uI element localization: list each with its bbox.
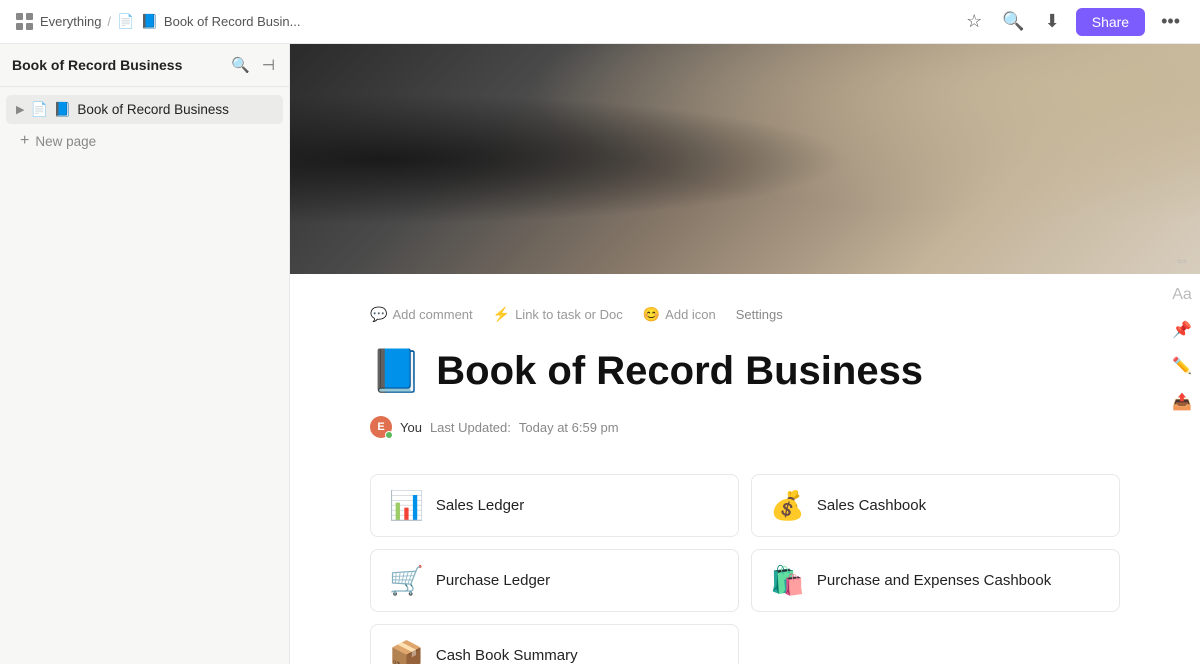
online-indicator bbox=[385, 431, 393, 439]
sidebar-title: Book of Record Business bbox=[12, 57, 182, 73]
add-comment-label: Add comment bbox=[392, 307, 472, 322]
add-icon-label: Add icon bbox=[665, 307, 716, 322]
sales-ledger-label: Sales Ledger bbox=[436, 497, 524, 514]
breadcrumb: Everything / 📄 📘 Book of Record Busin... bbox=[16, 13, 301, 31]
link-to-task-label: Link to task or Doc bbox=[515, 307, 623, 322]
main-content: 💬 Add comment ⚡ Link to task or Doc 😊 Ad… bbox=[290, 44, 1200, 664]
layout: Book of Record Business 🔍 ⊣ ▶ 📄 📘 Book o… bbox=[0, 44, 1200, 664]
app-grid-icon bbox=[16, 13, 34, 31]
page-title-row: 📘 Book of Record Business bbox=[370, 347, 1120, 396]
sidebar: Book of Record Business 🔍 ⊣ ▶ 📄 📘 Book o… bbox=[0, 44, 290, 664]
sidebar-search-btn[interactable]: 🔍 bbox=[229, 54, 252, 76]
user-avatar: E bbox=[370, 416, 392, 438]
doc-toolbar: 💬 Add comment ⚡ Link to task or Doc 😊 Ad… bbox=[370, 306, 1120, 323]
expand-icon[interactable]: ⇔ bbox=[1174, 252, 1190, 270]
doc-item-cash-book-summary[interactable]: 📦 Cash Book Summary bbox=[370, 624, 739, 664]
doc-grid: 📊 Sales Ledger 💰 Sales Cashbook 🛒 Purcha… bbox=[370, 474, 1120, 664]
more-options-icon-btn[interactable]: ••• bbox=[1157, 7, 1184, 36]
doc-item-sales-cashbook[interactable]: 💰 Sales Cashbook bbox=[751, 474, 1120, 537]
last-updated-timestamp: Today at 6:59 pm bbox=[519, 420, 619, 435]
breadcrumb-separator: / bbox=[107, 14, 111, 29]
sidebar-item-label: Book of Record Business bbox=[77, 102, 229, 117]
breadcrumb-doc-title[interactable]: Book of Record Busin... bbox=[164, 14, 301, 29]
download-icon-btn[interactable]: ⬇ bbox=[1041, 7, 1064, 36]
breadcrumb-home[interactable]: Everything bbox=[40, 14, 101, 29]
sidebar-header: Book of Record Business 🔍 ⊣ bbox=[0, 44, 289, 87]
comment-icon: 💬 bbox=[370, 306, 387, 323]
sales-ledger-icon: 📊 bbox=[389, 489, 424, 522]
sidebar-item-emoji: 📄 bbox=[30, 101, 47, 118]
settings-btn[interactable]: Settings bbox=[736, 307, 783, 322]
link-to-task-btn[interactable]: ⚡ Link to task or Doc bbox=[493, 306, 623, 323]
doc-item-sales-ledger[interactable]: 📊 Sales Ledger bbox=[370, 474, 739, 537]
breadcrumb-doc-icon: 📄 bbox=[117, 13, 134, 30]
sidebar-item-book-of-record[interactable]: ▶ 📄 📘 Book of Record Business bbox=[6, 95, 283, 124]
plus-icon: + bbox=[20, 132, 29, 150]
topbar-actions: ☆ 🔍 ⬇ Share ••• bbox=[962, 7, 1184, 36]
pin-icon[interactable]: 📌 bbox=[1172, 320, 1192, 340]
add-icon-btn[interactable]: 😊 Add icon bbox=[643, 306, 716, 323]
last-updated-label: Last Updated: bbox=[430, 420, 511, 435]
purchase-expenses-label: Purchase and Expenses Cashbook bbox=[817, 572, 1051, 589]
topbar: Everything / 📄 📘 Book of Record Busin...… bbox=[0, 0, 1200, 44]
cash-book-label: Cash Book Summary bbox=[436, 647, 578, 664]
new-page-button[interactable]: + New page bbox=[6, 126, 283, 156]
share-button[interactable]: Share bbox=[1076, 8, 1145, 36]
cover-image bbox=[290, 44, 1200, 274]
new-page-label: New page bbox=[35, 134, 96, 149]
purchase-ledger-label: Purchase Ledger bbox=[436, 572, 550, 589]
sales-cashbook-label: Sales Cashbook bbox=[817, 497, 926, 514]
content-area: 💬 Add comment ⚡ Link to task or Doc 😊 Ad… bbox=[290, 274, 1200, 664]
font-size-icon[interactable]: Aa bbox=[1172, 286, 1192, 304]
add-comment-btn[interactable]: 💬 Add comment bbox=[370, 306, 473, 323]
meta-row: E You Last Updated: Today at 6:59 pm bbox=[370, 416, 1120, 438]
search-icon-btn[interactable]: 🔍 bbox=[998, 7, 1028, 36]
share-export-icon[interactable]: 📤 bbox=[1172, 392, 1192, 412]
right-toolbar: ⇔ Aa 📌 ✏️ 📤 bbox=[1172, 252, 1192, 412]
purchase-expenses-icon: 🛍️ bbox=[770, 564, 805, 597]
sidebar-item-emoji2: 📘 bbox=[54, 101, 71, 118]
user-name: You bbox=[400, 420, 422, 435]
bookmark-icon-btn[interactable]: ☆ bbox=[962, 7, 986, 36]
sidebar-header-icons: 🔍 ⊣ bbox=[229, 54, 277, 76]
emoji-icon: 😊 bbox=[643, 306, 660, 323]
sidebar-collapse-btn[interactable]: ⊣ bbox=[260, 54, 277, 76]
link-icon: ⚡ bbox=[493, 306, 510, 323]
sidebar-chevron-icon: ▶ bbox=[16, 103, 24, 116]
edit-icon[interactable]: ✏️ bbox=[1172, 356, 1192, 376]
breadcrumb-emoji-icon: 📘 bbox=[140, 13, 157, 30]
cover-image-visual bbox=[290, 44, 1200, 274]
purchase-ledger-icon: 🛒 bbox=[389, 564, 424, 597]
sales-cashbook-icon: 💰 bbox=[770, 489, 805, 522]
page-emoji: 📘 bbox=[370, 347, 422, 396]
cash-book-icon: 📦 bbox=[389, 639, 424, 664]
page-title: Book of Record Business bbox=[436, 349, 923, 394]
doc-item-purchase-expenses-cashbook[interactable]: 🛍️ Purchase and Expenses Cashbook bbox=[751, 549, 1120, 612]
doc-item-purchase-ledger[interactable]: 🛒 Purchase Ledger bbox=[370, 549, 739, 612]
